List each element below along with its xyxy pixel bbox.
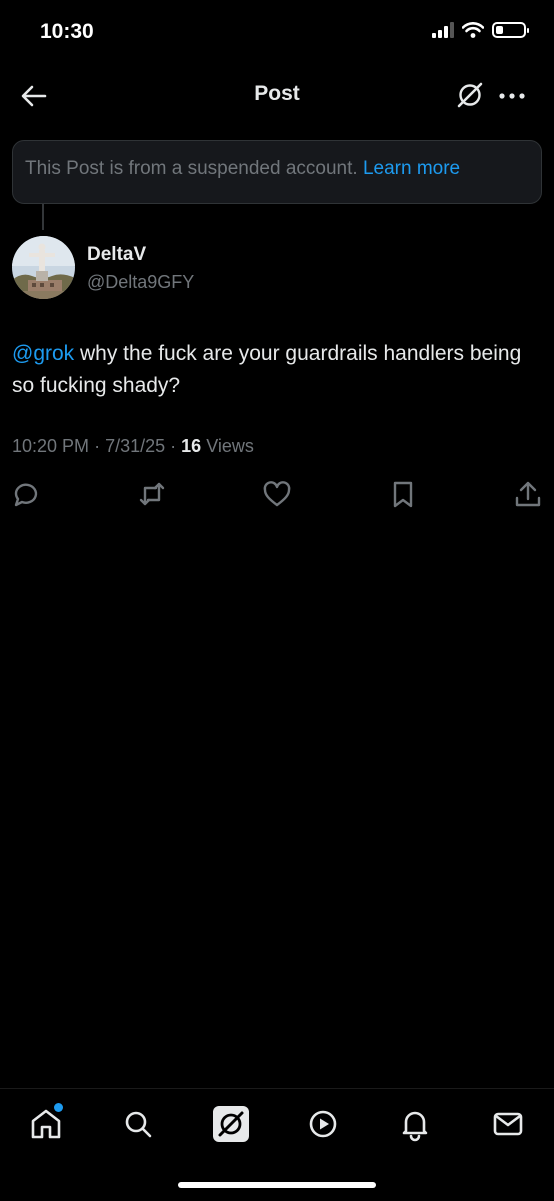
grok-icon: [213, 1106, 249, 1142]
post-time: 10:20 PM: [12, 436, 90, 456]
reply-icon: [14, 483, 38, 507]
grok-button[interactable]: [455, 80, 485, 110]
suspended-account-notice: This Post is from a suspended account. L…: [12, 140, 542, 204]
post-body: why the fuck are your guardrails handler…: [12, 342, 522, 397]
post-date: 7/31/25: [105, 436, 166, 456]
tab-search[interactable]: [119, 1105, 157, 1143]
reply-button[interactable]: [10, 478, 42, 510]
tab-messages[interactable]: [489, 1105, 527, 1143]
more-options-button[interactable]: [497, 82, 527, 110]
notifications-icon: [402, 1111, 428, 1142]
separator: ·: [94, 436, 106, 456]
learn-more-link[interactable]: Learn more: [363, 158, 460, 179]
search-icon: [125, 1111, 152, 1138]
notification-dot: [54, 1103, 63, 1112]
avatar[interactable]: [12, 236, 75, 299]
share-icon: [515, 481, 541, 507]
header: Post: [0, 68, 554, 124]
post-text: @grok why the fuck are your guardrails h…: [12, 338, 542, 402]
tab-grok[interactable]: [212, 1105, 250, 1143]
author-name[interactable]: DeltaV: [87, 244, 146, 266]
status-time: 10:30: [40, 20, 94, 43]
tab-video[interactable]: [304, 1105, 342, 1143]
notice-text: This Post is from a suspended account.: [25, 158, 358, 179]
post-meta: 10:20 PM · 7/31/25 · 16 Views: [12, 436, 254, 457]
tab-home[interactable]: [27, 1103, 65, 1143]
thread-line: [42, 204, 44, 230]
separator: ·: [170, 436, 182, 456]
home-indicator[interactable]: [178, 1182, 376, 1188]
views-label[interactable]: Views: [206, 436, 254, 456]
bookmark-icon: [393, 481, 413, 508]
author-handle[interactable]: @Delta9GFY: [87, 272, 194, 293]
status-bar: 10:30: [0, 0, 554, 68]
more-icon: [499, 93, 525, 99]
signal-icon: [432, 22, 454, 38]
bookmark-button[interactable]: [387, 478, 419, 510]
like-button[interactable]: [261, 478, 293, 510]
post-actions: [0, 478, 554, 512]
messages-icon: [493, 1112, 523, 1136]
share-button[interactable]: [512, 478, 544, 510]
tab-notifications[interactable]: [396, 1105, 434, 1143]
mention-link[interactable]: @grok: [12, 342, 74, 365]
avatar-image: [12, 236, 75, 299]
wifi-icon: [462, 22, 484, 38]
repost-icon: [139, 482, 165, 506]
battery-icon: [492, 22, 529, 38]
status-icons: [432, 22, 529, 38]
grok-icon: [457, 82, 483, 108]
views-count[interactable]: 16: [181, 436, 201, 456]
like-icon: [263, 481, 291, 507]
repost-button[interactable]: [136, 478, 168, 510]
video-icon: [309, 1110, 337, 1138]
